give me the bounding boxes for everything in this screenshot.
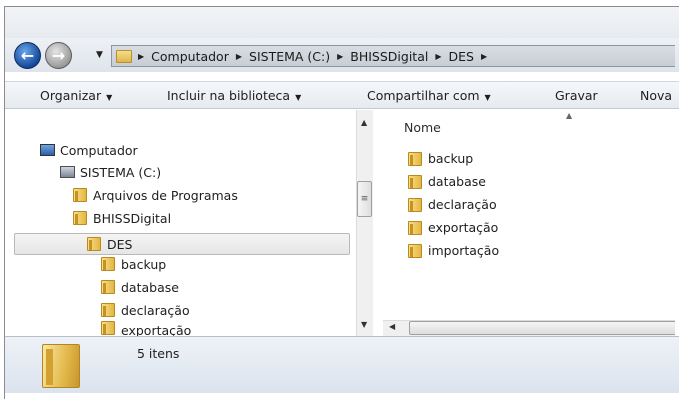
- folder-icon: [408, 243, 422, 258]
- file-item-importacao[interactable]: importação: [408, 243, 499, 258]
- scroll-down-icon[interactable]: ▼: [361, 320, 367, 329]
- folder-icon: [87, 237, 101, 251]
- navigation-scrollbar[interactable]: [356, 110, 373, 336]
- breadcrumb-computador[interactable]: Computador: [151, 49, 229, 64]
- folder-icon: [101, 303, 115, 317]
- folder-icon: [408, 174, 422, 189]
- tree-item-arquivos[interactable]: Arquivos de Programas: [73, 185, 238, 205]
- organize-button[interactable]: Organizar ▼: [40, 88, 112, 103]
- scroll-left-icon[interactable]: ◀: [389, 322, 395, 331]
- folder-icon: [101, 257, 115, 271]
- tree-selection-highlight: [14, 233, 350, 255]
- folder-icon: [408, 151, 422, 166]
- tree-item-computador[interactable]: Computador: [40, 140, 138, 160]
- new-folder-button[interactable]: Nova: [640, 88, 672, 103]
- chevron-down-icon: ▼: [106, 93, 113, 102]
- forward-button[interactable]: →: [45, 42, 72, 69]
- chevron-down-icon: ▼: [295, 93, 302, 102]
- chevron-right-icon[interactable]: ▶: [435, 52, 441, 61]
- item-count: 5 itens: [137, 346, 180, 361]
- horizontal-scrollbar-thumb[interactable]: [409, 321, 675, 335]
- file-item-backup[interactable]: backup: [408, 151, 473, 166]
- forward-arrow-icon: →: [51, 46, 66, 65]
- breadcrumb-des[interactable]: DES: [449, 49, 474, 64]
- tree-item-exportacao[interactable]: exportação: [101, 321, 191, 336]
- folder-icon: [101, 280, 115, 294]
- file-item-database[interactable]: database: [408, 174, 486, 189]
- breadcrumb-bhissdigital[interactable]: BHISSDigital: [350, 49, 428, 64]
- scrollbar-thumb[interactable]: ≡: [357, 181, 372, 217]
- file-item-exportacao[interactable]: exportação: [408, 220, 498, 235]
- tree-item-declaracao[interactable]: declaração: [101, 300, 190, 320]
- folder-icon: [408, 197, 422, 212]
- column-header-name[interactable]: Nome: [404, 120, 441, 135]
- tree-item-sistema[interactable]: SISTEMA (C:): [60, 162, 161, 182]
- details-pane: [5, 336, 679, 393]
- chevron-right-icon[interactable]: ▶: [481, 52, 487, 61]
- chevron-down-icon: ▼: [484, 93, 491, 102]
- tree-item-database[interactable]: database: [101, 277, 179, 297]
- folder-icon: [73, 211, 87, 225]
- chevron-right-icon[interactable]: ▶: [337, 52, 343, 61]
- recent-pages-dropdown[interactable]: ▼: [96, 50, 103, 60]
- chevron-right-icon[interactable]: ▶: [236, 52, 242, 61]
- folder-icon: [408, 220, 422, 235]
- back-arrow-icon: ←: [20, 46, 35, 65]
- include-library-button[interactable]: Incluir na biblioteca ▼: [167, 88, 301, 103]
- sort-ascending-icon: ▲: [566, 111, 573, 120]
- scroll-up-icon[interactable]: ▲: [361, 118, 367, 127]
- folder-icon: [73, 188, 87, 202]
- chevron-right-icon[interactable]: ▶: [138, 52, 144, 61]
- tree-item-des[interactable]: DES: [87, 234, 132, 254]
- drive-icon: [60, 166, 75, 178]
- folder-icon: [116, 49, 132, 63]
- back-button[interactable]: ←: [14, 42, 41, 69]
- burn-button[interactable]: Gravar: [555, 88, 598, 103]
- tree-item-bhissdigital[interactable]: BHISSDigital: [73, 208, 171, 228]
- computer-icon: [40, 144, 55, 156]
- file-item-declaracao[interactable]: declaração: [408, 197, 497, 212]
- folder-icon: [42, 344, 80, 388]
- tree-item-backup[interactable]: backup: [101, 254, 166, 274]
- share-button[interactable]: Compartilhar com ▼: [367, 88, 491, 103]
- breadcrumb-sistema[interactable]: SISTEMA (C:): [249, 49, 330, 64]
- folder-icon: [101, 321, 115, 335]
- address-bar[interactable]: ▶ Computador ▶ SISTEMA (C:) ▶ BHISSDigit…: [111, 45, 675, 67]
